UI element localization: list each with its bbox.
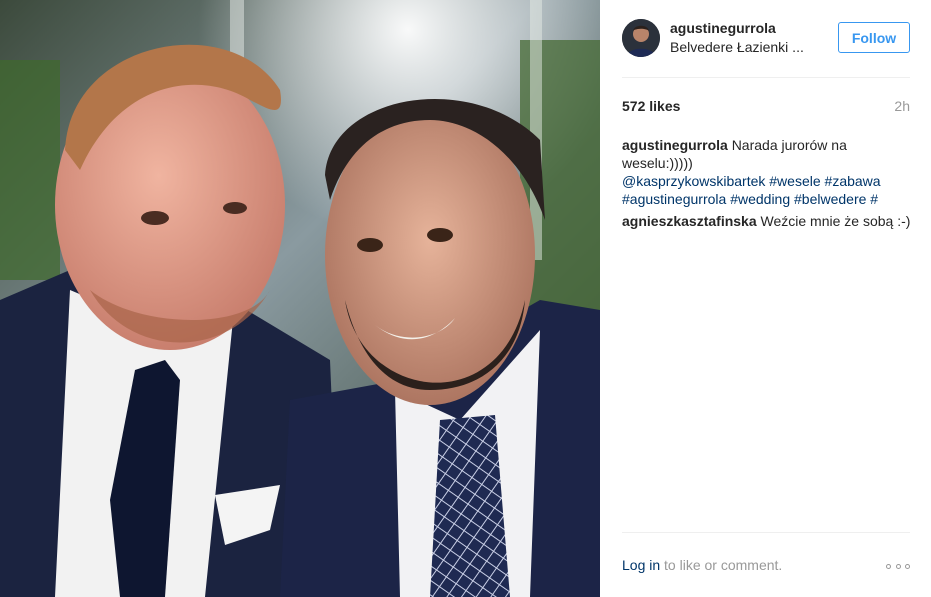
divider [622,532,910,533]
comment-username[interactable]: agnieszkasztafinska [622,213,757,229]
avatar-icon [622,19,660,57]
hashtag-link[interactable]: #belwedere [794,191,866,207]
likes-count[interactable]: 572 likes [622,98,680,114]
follow-button[interactable]: Follow [838,22,910,53]
avatar[interactable] [622,19,660,57]
comment-text: Weźcie mnie że sobą :-) [760,213,911,229]
hashtag-link[interactable]: #wesele [769,173,820,189]
instagram-post: agustinegurrola Belvedere Łazienki ... F… [0,0,931,597]
hashtag-link[interactable]: # [870,191,878,207]
selfie-photo-illustration [0,0,600,597]
hashtag-link[interactable]: #zabawa [825,173,881,189]
post-photo[interactable] [0,0,600,597]
login-link[interactable]: Log in [622,557,660,573]
mention-link[interactable]: @kasprzykowskibartek [622,173,765,189]
post-footer: Log in to like or comment. [622,557,910,577]
login-prompt-text: to like or comment. [664,557,783,573]
comments-list: agustinegurrola Narada jurorów na weselu… [622,136,914,230]
comment-username[interactable]: agustinegurrola [622,137,728,153]
list-item: agnieszkasztafinska Weźcie mnie że sobą … [622,212,914,230]
location-link[interactable]: Belvedere Łazienki ... [670,39,830,55]
caption-comment: agustinegurrola Narada jurorów na weselu… [622,136,914,208]
divider [622,77,910,78]
hashtag-link[interactable]: #agustinegurrola [622,191,726,207]
username-link[interactable]: agustinegurrola [670,20,776,36]
post-header: agustinegurrola Belvedere Łazienki ... F… [622,17,910,61]
post-time: 2h [894,98,910,114]
hashtag-link[interactable]: #wedding [730,191,790,207]
post-side-panel: agustinegurrola Belvedere Łazienki ... F… [600,0,931,597]
more-options-icon[interactable] [886,559,910,573]
